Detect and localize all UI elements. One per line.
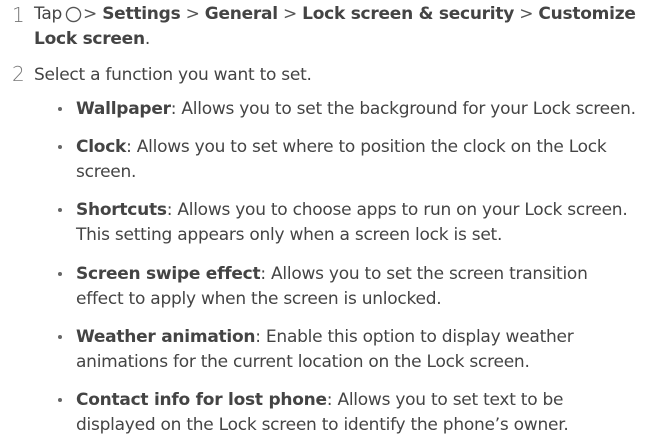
step-1-number: 1: [12, 3, 25, 27]
path-separator: >: [83, 4, 98, 24]
list-item-wallpaper: Wallpaper: Allows you to set the backgro…: [56, 97, 637, 122]
bullet-dot: [58, 107, 62, 111]
option-name: Screen swipe effect: [76, 264, 261, 284]
list-item-clock: Clock: Allows you to set where to positi…: [56, 135, 637, 185]
path-separator: >: [282, 4, 297, 24]
path-settings: Settings: [102, 4, 181, 24]
path-general: General: [204, 4, 278, 24]
list-item-weather-animation: Weather animation: Enable this option to…: [56, 325, 637, 375]
option-name: Weather animation: [76, 327, 256, 347]
option-name: Contact info for lost phone: [76, 390, 327, 410]
bullet-dot: [58, 272, 62, 276]
option-description: Allows you to set the background for you…: [181, 99, 636, 119]
bullet-dot: [58, 398, 62, 402]
option-description: Allows you to set where to position the …: [76, 137, 607, 182]
step-2-number: 2: [12, 62, 25, 86]
option-name: Clock: [76, 137, 127, 157]
list-item-shortcuts: Shortcuts: Allows you to choose apps to …: [56, 198, 637, 248]
option-name: Wallpaper: [76, 99, 171, 119]
bullet-dot: [58, 208, 62, 212]
instructions-document: 1 Tap > Settings > General > Lock screen …: [0, 0, 645, 437]
step-1-period: .: [144, 29, 150, 49]
list-item-screen-swipe-effect: Screen swipe effect: Allows you to set t…: [56, 262, 637, 312]
list-item-contact-info: Contact info for lost phone: Allows you …: [56, 388, 637, 438]
path-separator: >: [519, 4, 534, 24]
step-2-text: Select a function you want to set.: [34, 65, 312, 85]
option-name: Shortcuts: [76, 200, 167, 220]
tap-word: Tap: [34, 4, 63, 24]
bullet-dot: [58, 335, 62, 339]
path-lock-screen-security: Lock screen & security: [302, 4, 515, 24]
step-1-text: Tap > Settings > General > Lock screen & …: [34, 2, 639, 52]
path-separator: >: [185, 4, 200, 24]
home-circle-icon: [65, 6, 82, 23]
bullet-dot: [58, 145, 62, 149]
